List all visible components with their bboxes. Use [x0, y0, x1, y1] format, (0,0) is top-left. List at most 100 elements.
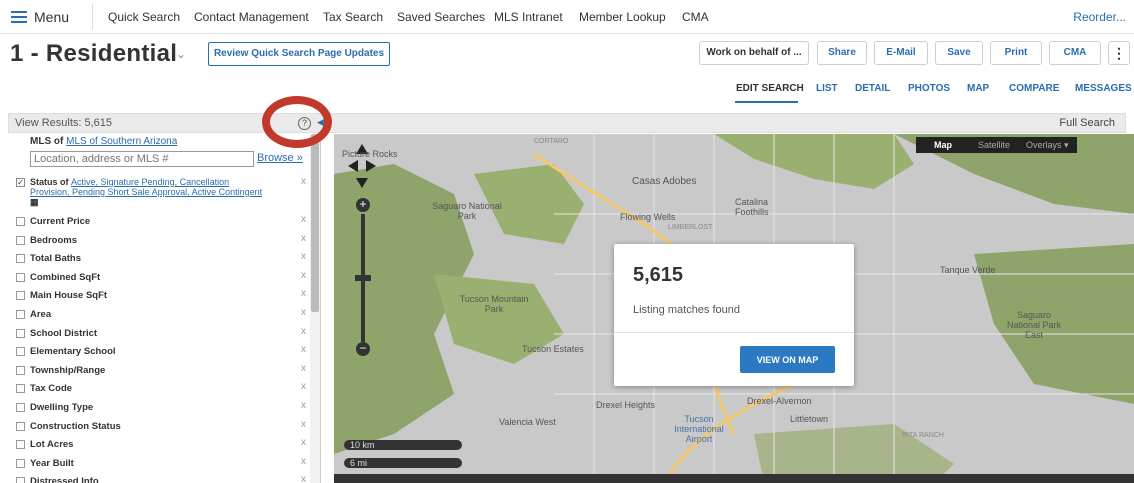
nav-mls-intranet[interactable]: MLS Intranet: [494, 10, 563, 24]
filter-checkbox[interactable]: [16, 347, 25, 357]
remove-filter-icon[interactable]: x: [301, 400, 306, 411]
filter-row[interactable]: School District x: [16, 326, 306, 344]
filter-label: Construction Status: [30, 420, 121, 432]
map-label-picture-rocks: Picture Rocks: [342, 149, 398, 159]
remove-filter-icon[interactable]: x: [301, 326, 306, 337]
tab-edit-search[interactable]: EDIT SEARCH: [736, 83, 804, 94]
filter-checkbox[interactable]: [16, 254, 25, 264]
filter-label: Distressed Info: [30, 476, 99, 483]
remove-filter-icon[interactable]: x: [301, 288, 306, 299]
results-popup: 5,615 Listing matches found VIEW ON MAP: [614, 244, 854, 386]
tab-map[interactable]: MAP: [967, 83, 989, 94]
filter-checkbox[interactable]: [16, 272, 25, 282]
location-search-input[interactable]: [30, 151, 254, 167]
filter-row[interactable]: Lot Acres x: [16, 437, 306, 455]
tab-list[interactable]: LIST: [816, 83, 838, 94]
scrollbar-thumb[interactable]: [311, 134, 319, 312]
remove-filter-icon[interactable]: x: [301, 437, 306, 448]
filter-checkbox[interactable]: [16, 403, 25, 412]
print-button[interactable]: Print: [990, 41, 1042, 65]
filter-row[interactable]: Year Built x: [16, 456, 306, 474]
filter-checkbox[interactable]: [16, 384, 25, 394]
tab-photos[interactable]: PHOTOS: [908, 83, 950, 94]
remove-filter-icon[interactable]: x: [301, 381, 306, 392]
full-search-link[interactable]: Full Search: [1059, 117, 1115, 129]
nav-saved-searches[interactable]: Saved Searches: [397, 10, 485, 24]
nav-member-lookup[interactable]: Member Lookup: [579, 10, 666, 24]
filter-label: Dwelling Type: [30, 402, 94, 413]
tab-compare[interactable]: COMPARE: [1009, 83, 1059, 94]
remove-filter-icon[interactable]: x: [301, 363, 306, 374]
filter-checkbox[interactable]: [16, 477, 25, 483]
cma-button[interactable]: CMA: [1049, 41, 1101, 65]
chevron-down-icon[interactable]: ⌄: [176, 47, 186, 61]
zoom-in-icon[interactable]: +: [356, 198, 370, 212]
remove-filter-icon[interactable]: x: [301, 251, 306, 262]
filter-checkbox[interactable]: [16, 310, 25, 319]
listing-count: 5,615: [633, 264, 684, 286]
remove-filter-icon[interactable]: x: [301, 344, 306, 355]
nav-quick-search[interactable]: Quick Search: [108, 10, 180, 24]
filter-checkbox[interactable]: [16, 421, 25, 431]
remove-filter-icon[interactable]: x: [301, 474, 306, 483]
share-button[interactable]: Share: [817, 41, 867, 65]
menu-label[interactable]: Menu: [34, 9, 69, 25]
filter-checkbox[interactable]: [16, 365, 25, 375]
filter-row[interactable]: Elementary School x: [16, 344, 306, 362]
remove-filter-icon[interactable]: x: [301, 270, 306, 281]
filter-checkbox[interactable]: [16, 458, 25, 468]
filter-row[interactable]: Construction Status x: [16, 419, 306, 437]
zoom-slider-handle[interactable]: [355, 275, 371, 281]
save-button[interactable]: Save: [935, 41, 983, 65]
browse-link[interactable]: Browse »: [257, 152, 303, 164]
map-type-overlays[interactable]: Overlays ▾: [1018, 137, 1077, 153]
page-title[interactable]: 1 - Residential: [10, 40, 177, 68]
filter-checkbox[interactable]: [16, 217, 25, 226]
view-results-label[interactable]: View Results: 5,615: [15, 117, 112, 129]
filter-row[interactable]: Combined SqFt x: [16, 270, 306, 288]
status-checkbox[interactable]: ✓: [16, 178, 25, 187]
nav-tax-search[interactable]: Tax Search: [323, 10, 383, 24]
filter-checkbox[interactable]: [16, 291, 25, 301]
remove-status-icon[interactable]: x: [301, 176, 306, 187]
tab-messages[interactable]: MESSAGES: [1075, 83, 1132, 94]
filter-row[interactable]: Current Price x: [16, 214, 306, 232]
remove-filter-icon[interactable]: x: [301, 307, 306, 318]
map-type-satellite[interactable]: Satellite: [970, 137, 1018, 153]
reorder-link[interactable]: Reorder...: [1073, 10, 1126, 24]
filter-label: Bedrooms: [30, 234, 77, 246]
calendar-icon[interactable]: ▦: [30, 197, 39, 207]
filter-row[interactable]: Main House SqFt x: [16, 288, 306, 306]
review-updates-button[interactable]: Review Quick Search Page Updates: [208, 42, 390, 66]
view-on-map-button[interactable]: VIEW ON MAP: [740, 346, 835, 373]
mls-name-link[interactable]: MLS of Southern Arizona: [66, 136, 177, 147]
filter-row[interactable]: Distressed Info x: [16, 474, 306, 483]
remove-filter-icon[interactable]: x: [301, 233, 306, 244]
filter-label: Lot Acres: [30, 439, 74, 451]
tab-detail[interactable]: DETAIL: [855, 83, 890, 94]
nav-contact-management[interactable]: Contact Management: [194, 10, 309, 24]
zoom-out-icon[interactable]: −: [356, 342, 370, 356]
nav-cma[interactable]: CMA: [682, 10, 709, 24]
remove-filter-icon[interactable]: x: [301, 419, 306, 430]
hamburger-icon[interactable]: [11, 11, 27, 23]
map-label-drexel-heights: Drexel Heights: [596, 400, 656, 410]
remove-filter-icon[interactable]: x: [301, 456, 306, 467]
filter-row[interactable]: Tax Code x: [16, 381, 306, 399]
filter-checkbox[interactable]: [16, 235, 25, 245]
filter-row[interactable]: Township/Range x: [16, 363, 306, 381]
more-options-icon[interactable]: ⋮: [1108, 41, 1130, 65]
map-type-map[interactable]: Map: [916, 137, 970, 153]
email-button[interactable]: E-Mail: [874, 41, 928, 65]
filter-label: Total Baths: [30, 253, 82, 265]
filter-row[interactable]: Total Baths x: [16, 251, 306, 269]
work-on-behalf-button[interactable]: Work on behalf of ...: [699, 41, 809, 65]
filter-label: Area: [30, 309, 52, 320]
filter-row[interactable]: Dwelling Type x: [16, 400, 306, 418]
filter-row[interactable]: Area x: [16, 307, 306, 325]
filter-checkbox[interactable]: [16, 440, 25, 450]
filter-checkbox[interactable]: [16, 328, 25, 338]
remove-filter-icon[interactable]: x: [301, 214, 306, 225]
filter-row[interactable]: Bedrooms x: [16, 233, 306, 251]
scale-bar-km: 10 km: [344, 440, 462, 450]
